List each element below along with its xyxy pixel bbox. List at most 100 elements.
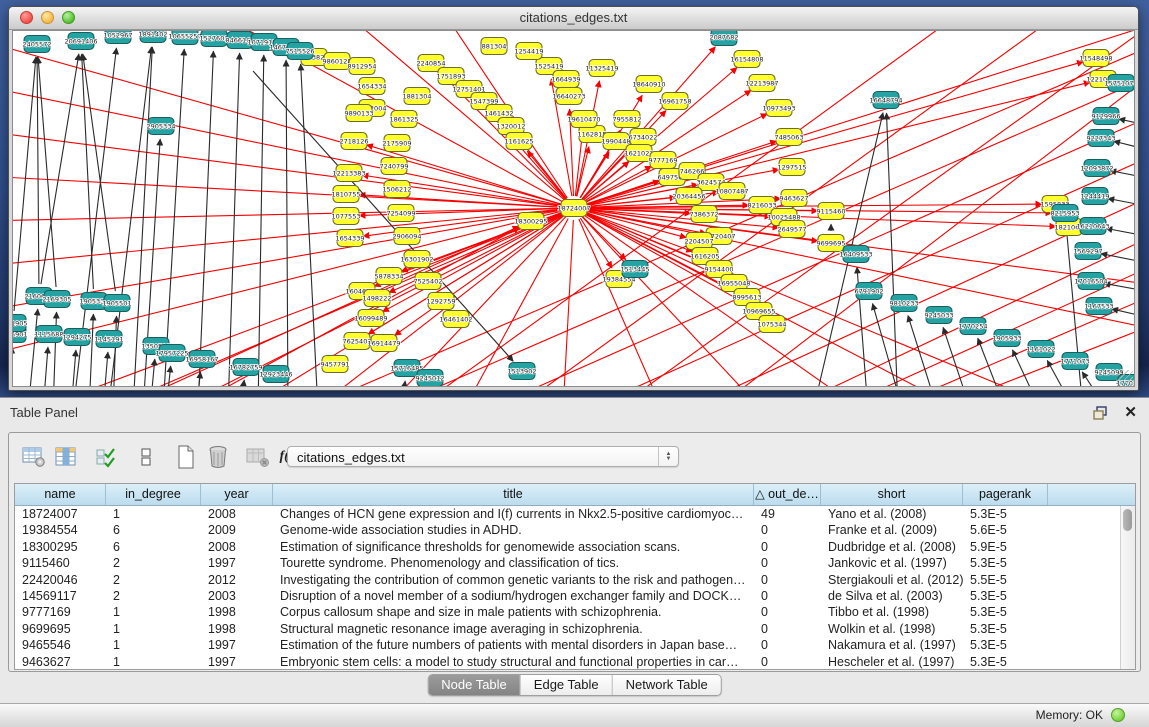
graph-node[interactable]: 1654334	[358, 78, 387, 95]
graph-node[interactable]: 17957225	[155, 345, 188, 362]
citation-network-graph[interactable]: 1872400718300295193845541162815199044867…	[13, 31, 1134, 386]
network-window-titlebar[interactable]: citations_edges.txt	[9, 7, 1138, 30]
graph-edge[interactable]	[13, 208, 562, 221]
vertical-scrollbar[interactable]	[1120, 506, 1135, 669]
graph-node[interactable]: 9457791	[321, 356, 350, 373]
graph-node[interactable]: 9227343	[1087, 130, 1116, 147]
graph-node[interactable]: 1513445	[621, 261, 650, 278]
tab-node-table[interactable]: Node Table	[428, 675, 521, 695]
column-header-out_de…[interactable]: △ out_de…	[754, 484, 821, 505]
rows-icon[interactable]	[131, 443, 161, 471]
graph-node[interactable]: 16961758	[658, 93, 691, 110]
graph-node[interactable]: 1052967	[104, 31, 133, 44]
graph-edge[interactable]	[103, 352, 108, 386]
graph-node[interactable]: 881304	[481, 38, 507, 55]
graph-node[interactable]: 10973493	[762, 100, 795, 117]
graph-node[interactable]: 16099489	[354, 310, 387, 327]
graph-node[interactable]: 1145191	[95, 331, 124, 348]
graph-node[interactable]: 20364456	[672, 188, 705, 205]
graph-node[interactable]: 2087682	[710, 31, 739, 46]
graph-node[interactable]: 12213383	[332, 165, 365, 182]
graph-node[interactable]: 5878334	[375, 268, 404, 285]
graph-edge[interactable]	[113, 316, 117, 386]
graph-node[interactable]: 1891402	[139, 31, 168, 43]
window-resize-grip[interactable]	[1118, 370, 1133, 385]
graph-edge[interactable]	[37, 57, 39, 284]
graph-node[interactable]: 1664939	[552, 71, 581, 88]
network-table-select[interactable]: citations_edges.txt ▲▼	[287, 446, 679, 467]
graph-node[interactable]: 15751074	[1104, 75, 1134, 92]
graph-node[interactable]: 1770254	[959, 318, 988, 335]
graph-node[interactable]: 2905334	[147, 118, 176, 135]
graph-node[interactable]: 7240799	[380, 158, 409, 175]
new-file-icon[interactable]	[171, 443, 201, 471]
graph-node[interactable]: 9810233	[890, 295, 919, 312]
graph-node[interactable]: 6734022	[629, 129, 658, 146]
graph-node[interactable]: 12213987	[745, 75, 778, 92]
graph-edge[interactable]	[28, 309, 38, 386]
graph-node[interactable]: 2405572	[23, 36, 52, 53]
table-row[interactable]: 2242004622012Investigating the contribut…	[15, 572, 1135, 588]
graph-edge[interactable]	[13, 41, 562, 205]
clear-table-icon[interactable]	[243, 443, 273, 471]
graph-edge[interactable]	[1104, 283, 1134, 296]
graph-edge[interactable]	[150, 359, 155, 386]
graph-node[interactable]: 1905933	[993, 330, 1022, 347]
close-window-icon[interactable]	[20, 11, 33, 24]
graph-edge[interactable]	[563, 220, 573, 386]
graph-node[interactable]: 1294275	[63, 329, 92, 346]
graph-node[interactable]: 1861325	[390, 111, 419, 128]
graph-node[interactable]: 2649577	[778, 221, 807, 238]
graph-node[interactable]: 17016504	[1074, 273, 1107, 290]
graph-edge[interactable]	[527, 151, 566, 199]
graph-node[interactable]: 1161625	[505, 133, 534, 150]
delete-icon[interactable]	[203, 443, 233, 471]
tab-edge-table[interactable]: Edge Table	[521, 675, 613, 695]
column-header-in_degree[interactable]: in_degree	[106, 484, 201, 505]
minimize-window-icon[interactable]	[41, 11, 54, 24]
graph-node[interactable]: 16301902	[400, 251, 433, 268]
graph-edge[interactable]	[258, 55, 264, 386]
graph-node[interactable]: 1498222	[363, 290, 392, 307]
close-panel-icon[interactable]: ✕	[1124, 403, 1137, 423]
graph-node[interactable]: 1810755	[332, 186, 361, 203]
graph-node[interactable]: 1527602	[200, 31, 229, 47]
graph-node[interactable]: 7525402	[414, 273, 443, 290]
graph-node[interactable]: 2906094	[393, 228, 422, 245]
table-row[interactable]: 946554611997Estimation of the future num…	[15, 637, 1135, 653]
column-header-name[interactable]: name	[15, 484, 106, 505]
graph-edge[interactable]	[198, 51, 213, 386]
table-row[interactable]: 977716911998Corpus callosum shape and si…	[15, 604, 1135, 620]
table-row[interactable]: 1872400712008Changes of HCN gene express…	[15, 506, 1135, 522]
graph-edge[interactable]	[43, 347, 48, 386]
column-header-short[interactable]: short	[821, 484, 963, 505]
graph-edge[interactable]	[133, 47, 152, 386]
column-header-pagerank[interactable]: pagerank	[963, 484, 1048, 505]
graph-node[interactable]: 20691406	[64, 33, 97, 50]
graph-node[interactable]: 1905501	[103, 295, 132, 312]
graph-node[interactable]: 1771073	[1061, 353, 1090, 370]
graph-node[interactable]: 6791902	[855, 283, 884, 300]
graph-node[interactable]: 9129966	[1092, 108, 1121, 125]
graph-edge[interactable]	[13, 176, 562, 207]
graph-node[interactable]: 16409533	[839, 246, 872, 263]
graph-edge[interactable]	[943, 327, 971, 386]
graph-node[interactable]: 1167533	[1085, 298, 1114, 315]
graph-node[interactable]: 19610470	[567, 111, 600, 128]
float-panel-icon[interactable]	[1093, 406, 1109, 421]
graph-node[interactable]: 1161022	[1027, 341, 1056, 358]
column-header-year[interactable]: year	[201, 484, 273, 505]
graph-node[interactable]: 1506212	[383, 181, 412, 198]
graph-node[interactable]: 9890133	[345, 105, 374, 122]
graph-node[interactable]: 8912954	[348, 58, 377, 75]
graph-edge[interactable]	[401, 381, 405, 386]
graph-node[interactable]: 1881304	[403, 88, 432, 105]
graph-node[interactable]: 7515526	[286, 43, 315, 60]
graph-node[interactable]: 16914479	[367, 335, 400, 352]
graph-node[interactable]: 16640273	[552, 88, 585, 105]
graph-node[interactable]: 12093872	[1080, 160, 1113, 177]
graph-node[interactable]: 9245012	[416, 370, 445, 387]
graph-node[interactable]: 1254419	[515, 43, 544, 60]
column-header-blank[interactable]	[1048, 484, 1123, 505]
table-row[interactable]: 1456911722003Disruption of a novel membe…	[15, 588, 1135, 604]
